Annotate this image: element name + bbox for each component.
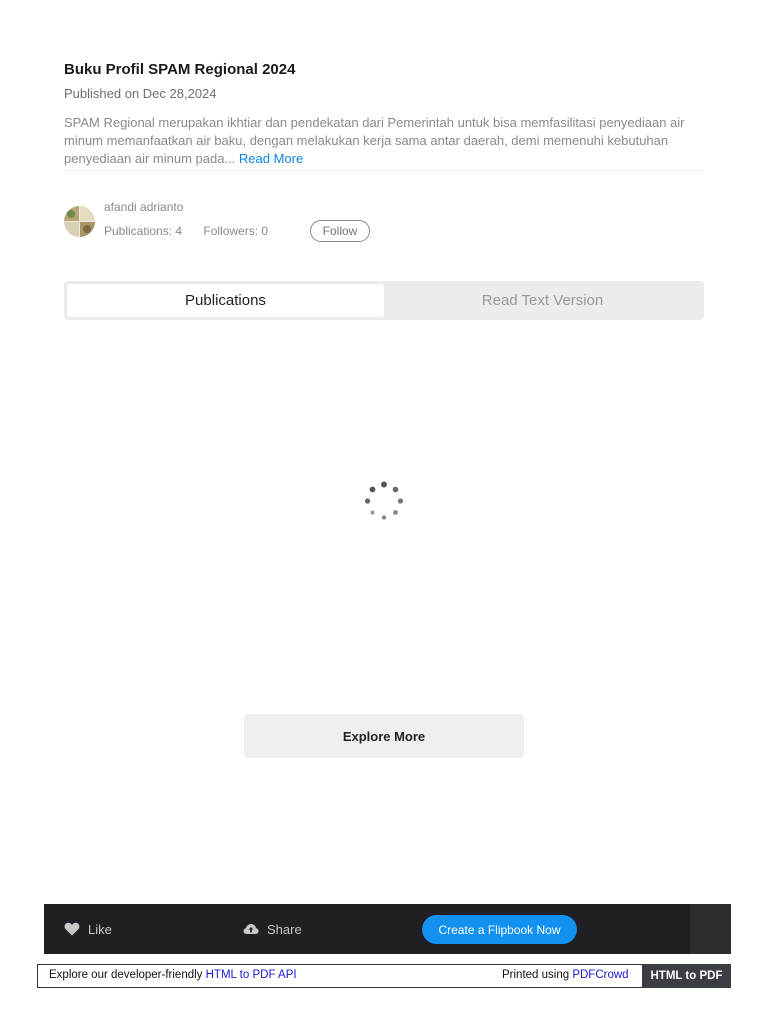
avatar[interactable] <box>64 206 95 237</box>
like-button[interactable]: Like <box>64 904 112 954</box>
bottom-action-bar: Like Share Create a Flipbook Now <box>44 904 731 954</box>
followers-count: Followers: 0 <box>203 224 269 238</box>
pdfcrowd-footer: Explore our developer-friendly HTML to P… <box>37 964 731 988</box>
read-more-link[interactable]: Read More <box>239 151 303 166</box>
follow-button[interactable]: Follow <box>310 220 370 242</box>
html-to-pdf-button[interactable]: HTML to PDF <box>642 964 731 988</box>
pdfcrowd-right-text: Printed using <box>502 969 573 981</box>
publications-count: Publications: 4 <box>104 224 183 238</box>
loading-spinner-icon <box>364 481 404 521</box>
bar-side-panel[interactable] <box>690 904 731 954</box>
share-cloud-icon <box>243 924 259 934</box>
share-label: Share <box>267 921 302 937</box>
tab-publications[interactable]: Publications <box>67 284 384 317</box>
pdfcrowd-left-text: Explore our developer-friendly <box>49 969 206 981</box>
publication-header: Buku Profil SPAM Regional 2024 Published… <box>64 60 704 171</box>
author-section: afandi adrianto Publications: 4 Follower… <box>64 198 704 244</box>
share-button[interactable]: Share <box>243 904 302 954</box>
like-label: Like <box>88 921 112 937</box>
explore-more-button[interactable]: Explore More <box>244 714 524 758</box>
tab-read-text-version[interactable]: Read Text Version <box>384 284 701 317</box>
html-to-pdf-api-link[interactable]: HTML to PDF API <box>206 969 297 981</box>
heart-icon <box>64 922 80 936</box>
author-stats: Publications: 4 Followers: 0 <box>104 224 268 238</box>
author-name[interactable]: afandi adrianto <box>104 200 183 214</box>
pdfcrowd-right: Printed using PDFCrowd <box>502 969 629 981</box>
create-flipbook-button[interactable]: Create a Flipbook Now <box>422 915 577 944</box>
pdfcrowd-left: Explore our developer-friendly HTML to P… <box>49 969 297 981</box>
publication-description: SPAM Regional merupakan ikhtiar dan pend… <box>64 114 704 171</box>
pdfcrowd-link[interactable]: PDFCrowd <box>572 969 628 981</box>
description-text: SPAM Regional merupakan ikhtiar dan pend… <box>64 115 685 166</box>
publication-title: Buku Profil SPAM Regional 2024 <box>64 61 296 78</box>
tab-bar: Publications Read Text Version <box>64 281 704 320</box>
published-date: Published on Dec 28,2024 <box>64 86 217 101</box>
